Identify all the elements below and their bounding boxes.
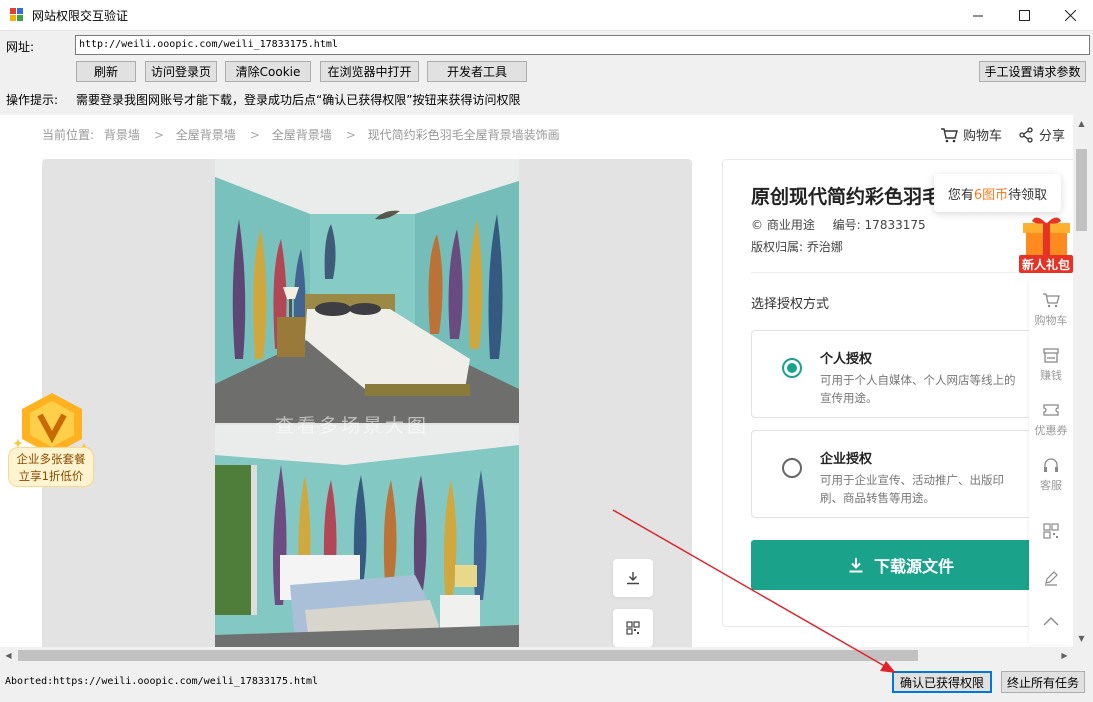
license-desc: 可用于企业宣传、活动推广、出版印刷、商品转售等用途。 xyxy=(820,473,1004,505)
product-meta-row: © 商业用途 编号: 17833175 xyxy=(751,216,926,233)
scroll-corner xyxy=(1073,647,1093,664)
code-label: 编号: xyxy=(832,218,861,232)
operation-hint: 操作提示: 需要登录我图网账号才能下载，登录成功后点“确认已获得权限”按钮来获得访… xyxy=(6,91,520,108)
bedroom-photo-alt[interactable] xyxy=(215,425,519,647)
status-text: Aborted:https://weili.ooopic.com/weili_1… xyxy=(5,676,319,687)
license-section-label: 选择授权方式 xyxy=(751,297,830,312)
manual-params-button[interactable]: 手工设置请求参数 xyxy=(979,61,1086,82)
confirm-permission-button[interactable]: 确认已获得权限 xyxy=(892,671,992,693)
rail-item-earn[interactable]: 赚钱 xyxy=(1029,347,1073,383)
window-title: 网站权限交互验证 xyxy=(32,8,129,23)
rail-item-feedback[interactable] xyxy=(1029,570,1073,586)
clear-cookie-button[interactable]: 清除Cookie xyxy=(225,61,311,82)
radio-enterprise[interactable] xyxy=(782,458,802,478)
breadcrumb-link[interactable]: 全屋背景墙 xyxy=(272,128,332,142)
headset-icon xyxy=(1044,458,1058,472)
cart-link[interactable]: 购物车 xyxy=(940,125,1002,144)
open-in-browser-button[interactable]: 在浏览器中打开 xyxy=(320,61,419,82)
maximize-icon[interactable] xyxy=(1001,0,1047,31)
promo-banner[interactable]: 企业多张套餐 立享1折低价 xyxy=(8,447,94,487)
license-name: 企业授权 xyxy=(820,452,873,467)
rail-item-service[interactable]: 客服 xyxy=(1029,457,1073,493)
browser-viewport[interactable]: 当前位置: 背景墙 > 全屋背景墙 > 全屋背景墙 > 现代简约彩色羽毛全屋背景墙装饰… xyxy=(0,115,1073,647)
breadcrumb-link[interactable]: 背景墙 xyxy=(104,128,140,142)
rail-item-cart[interactable]: 购物车 xyxy=(1029,292,1073,328)
license-name: 个人授权 xyxy=(820,352,873,367)
rail-item-qrcode[interactable] xyxy=(1029,523,1073,539)
share-icon xyxy=(1019,126,1033,143)
qrcode-icon xyxy=(1043,523,1059,539)
minimize-icon[interactable] xyxy=(955,0,1001,31)
coin-prefix: 您有 xyxy=(947,187,974,203)
horizontal-scrollbar[interactable]: ◀ ▶ xyxy=(0,647,1073,664)
license-desc: 可用于个人自媒体、个人网店等线上的宣传用途。 xyxy=(820,373,1016,405)
title-bar: 网站权限交互验证 xyxy=(0,0,1093,31)
ticket-icon xyxy=(1043,404,1059,416)
watermark-text: 查看多场景大图 xyxy=(275,415,430,437)
hint-label: 操作提示: xyxy=(6,93,59,107)
breadcrumb: 当前位置: 背景墙 > 全屋背景墙 > 全屋背景墙 > 现代简约彩色羽毛全屋背景墙装饰… xyxy=(42,128,560,142)
store-icon xyxy=(1043,348,1059,363)
product-image-panel[interactable]: 查看多场景大图 xyxy=(42,159,692,647)
edit-icon xyxy=(1045,571,1058,586)
coin-popup[interactable]: 您有 6图币 待领取 xyxy=(934,174,1061,212)
right-rail: 购物车 赚钱 优惠券 客服 xyxy=(1029,280,1073,645)
license-option-enterprise[interactable]: 企业授权 可用于企业宣传、活动推广、出版印刷、商品转售等用途。 xyxy=(751,430,1051,518)
owner-name[interactable]: 乔治娜 xyxy=(807,240,843,254)
rail-label: 优惠券 xyxy=(1034,424,1068,437)
chevron-up-icon xyxy=(1043,617,1059,626)
login-page-button[interactable]: 访问登录页 xyxy=(145,61,217,82)
usage-label: 商业用途 xyxy=(766,218,815,232)
download-tool-button[interactable] xyxy=(613,559,653,597)
cart-icon xyxy=(941,127,958,142)
rail-item-coupon[interactable]: 优惠券 xyxy=(1029,402,1073,438)
url-input[interactable]: http://weili.ooopic.com/weili_17833175.h… xyxy=(75,35,1090,55)
rail-label: 赚钱 xyxy=(1040,369,1062,382)
gift-label[interactable]: 新人礼包 xyxy=(1019,255,1073,273)
hint-text: 需要登录我图网账号才能下载，登录成功后点“确认已获得权限”按钮来获得访问权限 xyxy=(76,93,521,107)
qr-tool-button[interactable] xyxy=(613,609,653,647)
url-label: 网址: xyxy=(6,40,35,54)
copyright-icon: © xyxy=(751,218,763,232)
app-icon xyxy=(10,8,24,22)
breadcrumb-link[interactable]: 全屋背景墙 xyxy=(176,128,236,142)
owner-row: 版权归属: 乔治娜 xyxy=(751,238,843,255)
dev-tools-button[interactable]: 开发者工具 xyxy=(427,61,527,82)
rail-label: 客服 xyxy=(1040,479,1062,492)
scroll-down-icon[interactable]: ▼ xyxy=(1073,630,1090,647)
scroll-up-icon[interactable]: ▲ xyxy=(1073,115,1090,132)
coin-amount: 6图币 xyxy=(973,187,1009,203)
download-icon xyxy=(849,558,863,573)
license-option-personal[interactable]: 个人授权 可用于个人自媒体、个人网店等线上的宣传用途。 xyxy=(751,330,1051,418)
rail-item-top[interactable] xyxy=(1029,616,1073,628)
close-icon[interactable] xyxy=(1047,0,1093,31)
rail-label: 购物车 xyxy=(1034,314,1068,327)
cart-icon xyxy=(1043,293,1060,308)
scroll-right-icon[interactable]: ▶ xyxy=(1056,647,1073,664)
download-source-button[interactable]: 下载源文件 xyxy=(751,540,1051,590)
cart-label: 购物车 xyxy=(963,129,1003,144)
download-icon xyxy=(627,572,639,585)
breadcrumb-current: 现代简约彩色羽毛全屋背景墙装饰画 xyxy=(367,128,560,142)
scroll-left-icon[interactable]: ◀ xyxy=(0,647,17,664)
qrcode-icon xyxy=(626,621,640,635)
horizontal-scroll-thumb[interactable] xyxy=(18,650,918,661)
promo-line: 企业多张套餐 xyxy=(16,452,86,466)
product-code: 17833175 xyxy=(864,218,926,232)
vertical-scrollbar[interactable]: ▲ ▼ xyxy=(1073,115,1090,647)
download-label: 下载源文件 xyxy=(873,557,954,576)
share-link[interactable]: 分享 xyxy=(1018,125,1065,144)
radio-personal[interactable] xyxy=(782,358,802,378)
share-label: 分享 xyxy=(1039,129,1066,144)
owner-label: 版权归属: xyxy=(751,240,804,254)
coin-suffix: 待领取 xyxy=(1008,187,1048,203)
refresh-button[interactable]: 刷新 xyxy=(76,61,136,82)
promo-line: 立享1折低价 xyxy=(18,469,84,483)
divider xyxy=(751,272,1051,273)
breadcrumb-prefix: 当前位置: xyxy=(42,128,95,142)
bedroom-photo[interactable] xyxy=(215,159,519,423)
vertical-scroll-thumb[interactable] xyxy=(1076,149,1087,231)
stop-all-tasks-button[interactable]: 终止所有任务 xyxy=(1001,671,1085,693)
